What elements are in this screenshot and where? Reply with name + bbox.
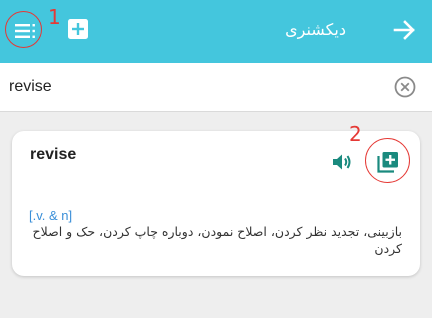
page-title: دیکشنری	[285, 20, 346, 39]
annotation-marker-2: 2	[349, 122, 362, 146]
menu-button[interactable]	[6, 12, 46, 50]
library-add-icon[interactable]	[376, 150, 400, 174]
annotation-marker-1: 1	[48, 5, 61, 29]
menu-icon	[15, 24, 35, 38]
definition-text: بازبینی، تجدید نظر کردن، اصلاح نمودن، دو…	[32, 224, 402, 256]
clear-circle-icon[interactable]	[393, 75, 417, 99]
app-header: 1 دیکشنری	[0, 0, 432, 63]
add-box-icon[interactable]	[67, 18, 89, 40]
part-of-speech: [.v. & n]	[29, 208, 73, 223]
result-card: revise [.v. & n] بازبینی، تجدید نظر کردن…	[12, 131, 420, 276]
arrow-right-icon[interactable]	[392, 17, 418, 43]
search-input[interactable]	[9, 71, 379, 103]
speaker-icon[interactable]	[330, 150, 354, 174]
result-word: revise	[30, 146, 77, 163]
search-bar	[0, 63, 432, 112]
